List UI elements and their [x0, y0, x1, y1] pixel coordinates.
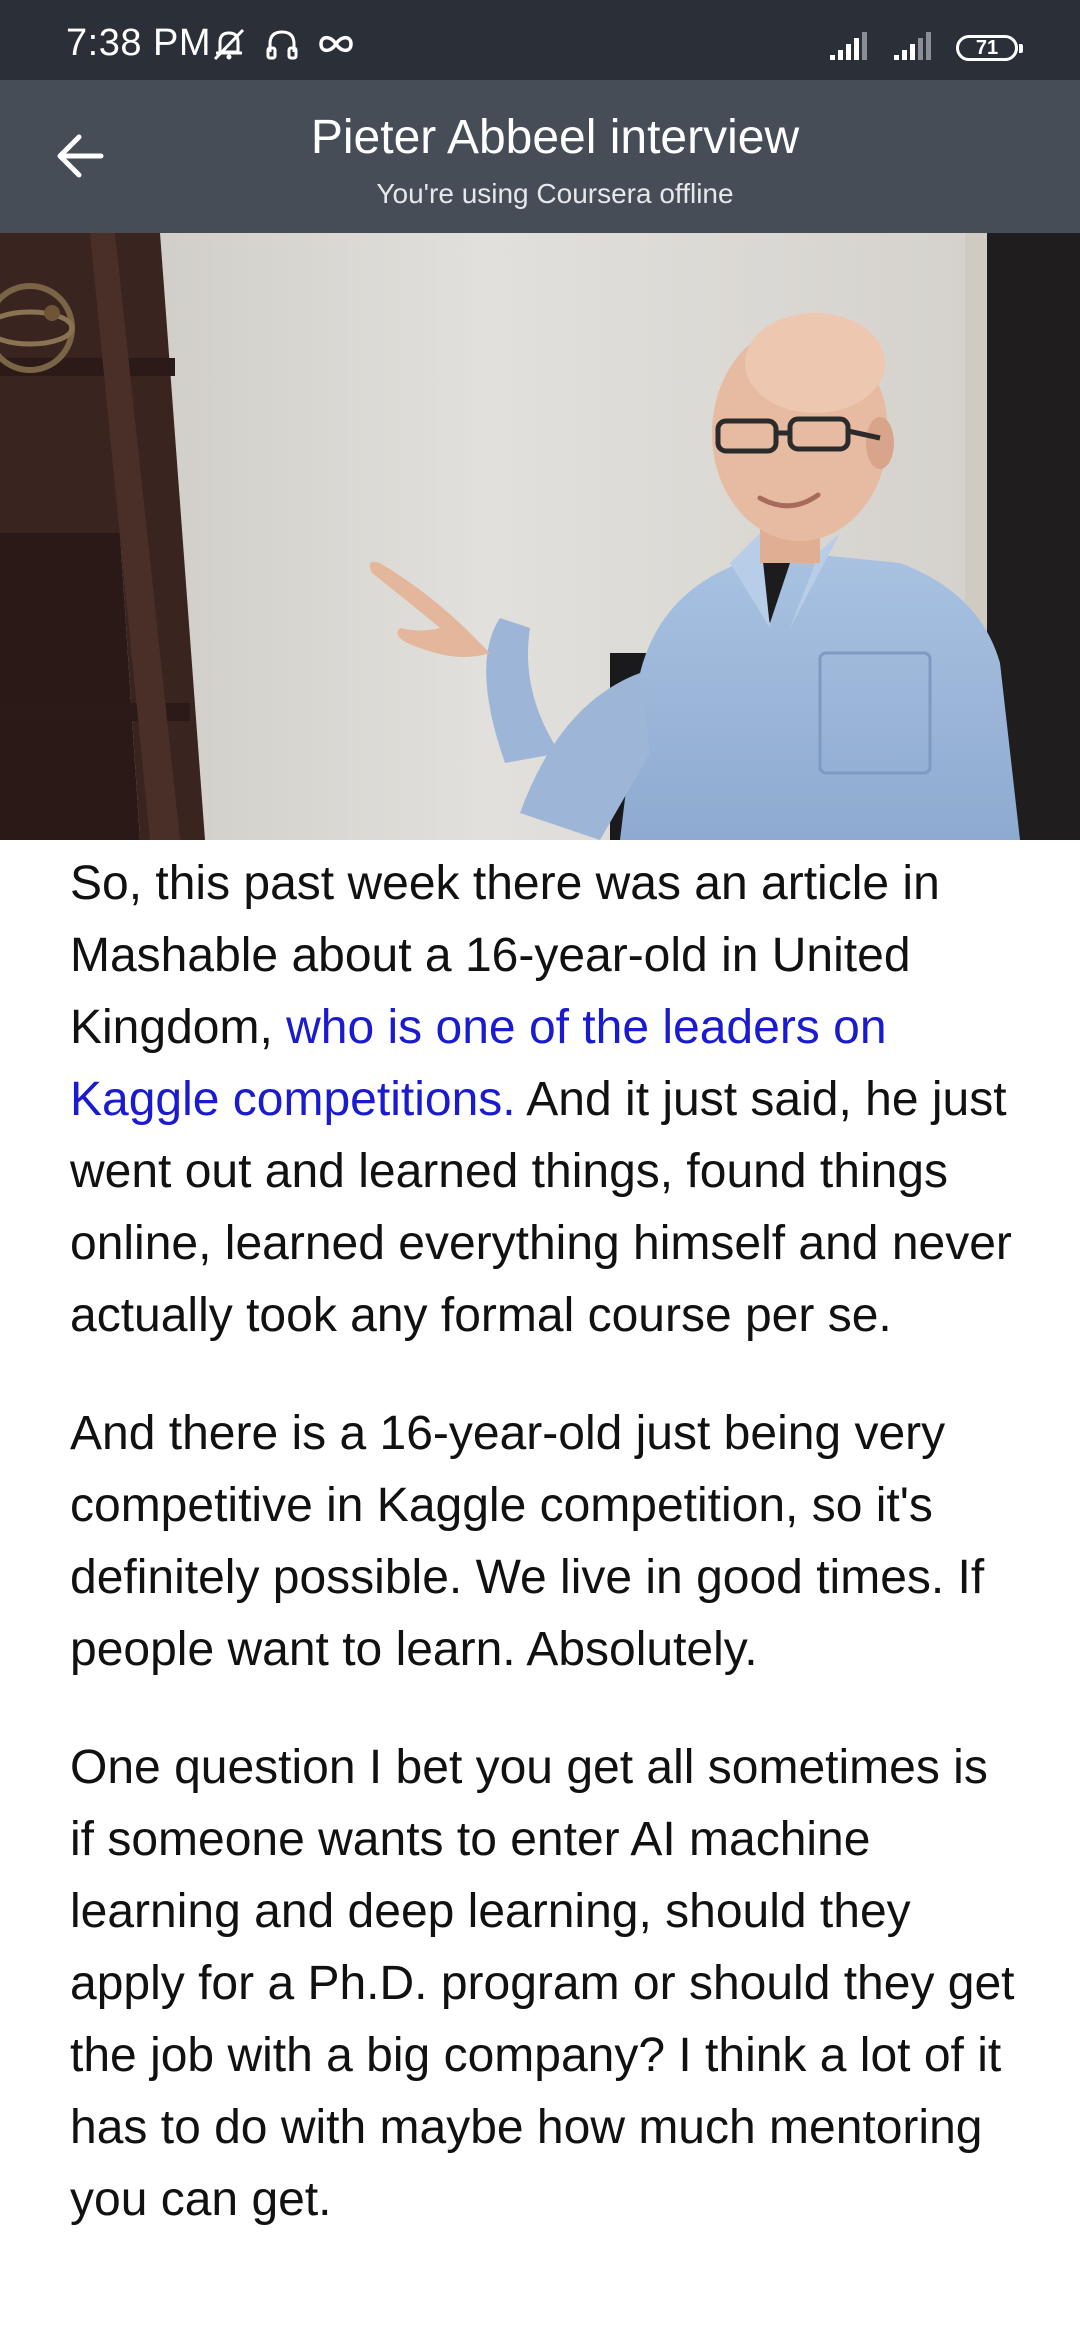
- signal-icon: [892, 31, 936, 66]
- transcript-paragraph-3[interactable]: One question I bet you get all sometimes…: [70, 1732, 1020, 2236]
- mute-icon: [210, 26, 248, 62]
- video-player[interactable]: [0, 233, 1080, 840]
- battery-icon: 71: [956, 35, 1023, 61]
- infinity-icon: [316, 26, 356, 62]
- status-time: 7:38 PM: [66, 22, 212, 64]
- transcript-paragraph-2[interactable]: And there is a 16-year-old just being ve…: [70, 1398, 1020, 1686]
- screen: 7:38 PM 71 Pieter Abbeel interview You'r…: [0, 0, 1080, 2340]
- transcript-paragraph-1[interactable]: So, this past week there was an article …: [70, 848, 1020, 1352]
- video-frame: [0, 233, 1080, 840]
- signal-icon: [828, 31, 872, 66]
- transcript: So, this past week there was an article …: [70, 848, 1020, 2282]
- headset-icon: [264, 26, 300, 62]
- offline-notice: You're using Coursera offline: [376, 178, 734, 209]
- battery-level: 71: [975, 37, 999, 59]
- status-icons-left: [210, 26, 356, 62]
- status-icons-right: 71: [828, 30, 1023, 66]
- page-title: Pieter Abbeel interview: [310, 111, 800, 164]
- status-bar: 7:38 PM 71: [0, 0, 1080, 80]
- app-bar: Pieter Abbeel interview You're using Cou…: [0, 80, 1080, 233]
